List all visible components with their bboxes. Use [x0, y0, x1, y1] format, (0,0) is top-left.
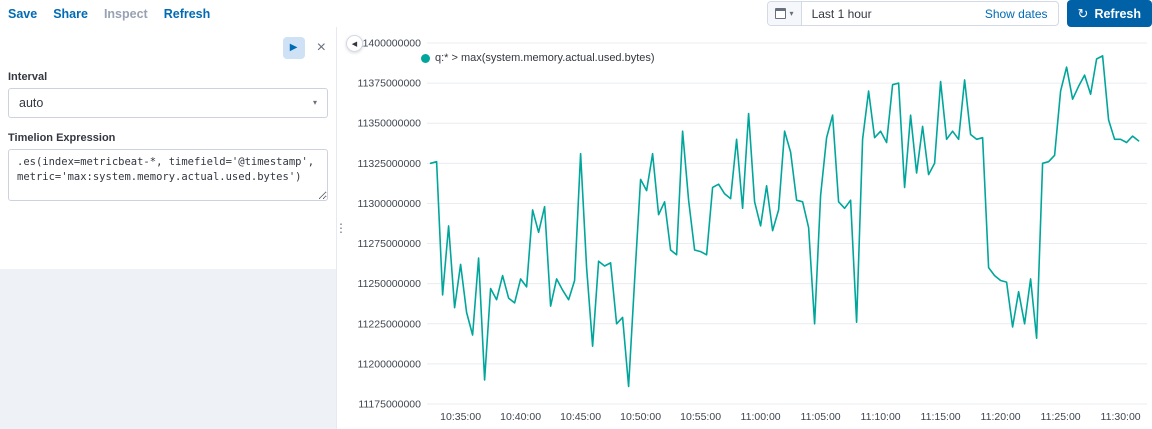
chevron-down-icon: ▾ [312, 98, 317, 107]
timeseries-chart-canvas[interactable]: 11400000000 11375000000 11350000000 1132500… [345, 27, 1152, 429]
time-range-value[interactable]: Last 1 hour [802, 7, 975, 21]
svg-text:10:45:00: 10:45:00 [560, 411, 601, 423]
refresh-button-label: Refresh [1094, 6, 1141, 21]
svg-text:11:15:00: 11:15:00 [921, 411, 961, 423]
svg-text:11375000000: 11375000000 [358, 78, 422, 90]
main-content: ▶ × Interval auto ▾ Timelion Expression … [0, 27, 1152, 429]
legend-series-dot [421, 53, 430, 63]
chart-legend[interactable]: q:* > max(system.memory.actual.used.byte… [421, 52, 655, 64]
panel-actions: ▶ × [8, 37, 326, 59]
svg-text:11:30:00: 11:30:00 [1101, 411, 1141, 423]
collapse-panel-button[interactable]: ◀ [346, 35, 363, 52]
close-panel-button[interactable]: × [317, 40, 326, 56]
svg-text:11:25:00: 11:25:00 [1041, 411, 1081, 423]
timelion-visualize-app: Save Share Inspect Refresh ▾ Last 1 hour… [0, 0, 1152, 429]
svg-text:11250000000: 11250000000 [358, 278, 422, 290]
close-icon: × [316, 39, 326, 56]
svg-text:11:10:00: 11:10:00 [861, 411, 901, 423]
top-bar: Save Share Inspect Refresh ▾ Last 1 hour… [0, 0, 1152, 27]
chart-area: ◀ q:* > max(system.memory.actual.used.by… [345, 27, 1152, 429]
save-button[interactable]: Save [8, 7, 37, 21]
svg-text:10:40:00: 10:40:00 [500, 411, 541, 423]
svg-text:11:00:00: 11:00:00 [741, 411, 781, 423]
refresh-link[interactable]: Refresh [164, 7, 211, 21]
interval-select-value: auto [19, 96, 44, 110]
svg-text:11325000000: 11325000000 [358, 158, 422, 170]
svg-text:11275000000: 11275000000 [358, 238, 422, 250]
show-dates-button[interactable]: Show dates [975, 7, 1058, 21]
play-icon: ▶ [289, 42, 298, 53]
toolbar: Save Share Inspect Refresh [8, 7, 210, 21]
inspect-button: Inspect [103, 6, 148, 21]
interval-label: Interval [8, 71, 48, 83]
refresh-button[interactable]: ↻ Refresh [1066, 0, 1152, 27]
svg-text:11400000000: 11400000000 [358, 38, 422, 50]
svg-text:10:35:00: 10:35:00 [440, 411, 481, 423]
chevron-down-icon: ▾ [789, 8, 794, 18]
svg-text:11:20:00: 11:20:00 [981, 411, 1021, 423]
time-quick-select-button[interactable]: ▾ [767, 2, 802, 25]
calendar-icon [774, 8, 786, 19]
legend-series-label: q:* > max(system.memory.actual.used.byte… [435, 52, 655, 64]
time-controls: ▾ Last 1 hour Show dates ↻ Refresh [766, 0, 1152, 27]
svg-text:11200000000: 11200000000 [358, 358, 422, 370]
date-picker: ▾ Last 1 hour Show dates [766, 1, 1059, 26]
play-button[interactable]: ▶ [282, 37, 305, 59]
svg-text:10:55:00: 10:55:00 [680, 411, 721, 423]
timelion-expression-input[interactable]: .es(index=metricbeat-*, timefield='@time… [8, 149, 328, 201]
interval-select[interactable]: auto ▾ [8, 88, 328, 118]
svg-text:10:50:00: 10:50:00 [620, 411, 661, 423]
timelion-options-panel: ▶ × Interval auto ▾ Timelion Expression … [0, 27, 337, 429]
panel-resize-handle[interactable]: ⋮ [335, 27, 347, 429]
share-button[interactable]: Share [53, 7, 88, 21]
svg-text:11:05:00: 11:05:00 [801, 411, 841, 423]
svg-text:11225000000: 11225000000 [358, 318, 422, 330]
svg-text:11175000000: 11175000000 [358, 399, 421, 411]
refresh-icon: ↻ [1077, 5, 1089, 21]
svg-text:11300000000: 11300000000 [358, 198, 422, 210]
expression-label: Timelion Expression [8, 132, 116, 144]
svg-text:11350000000: 11350000000 [358, 118, 422, 130]
collapse-left-icon: ◀ [351, 40, 358, 48]
